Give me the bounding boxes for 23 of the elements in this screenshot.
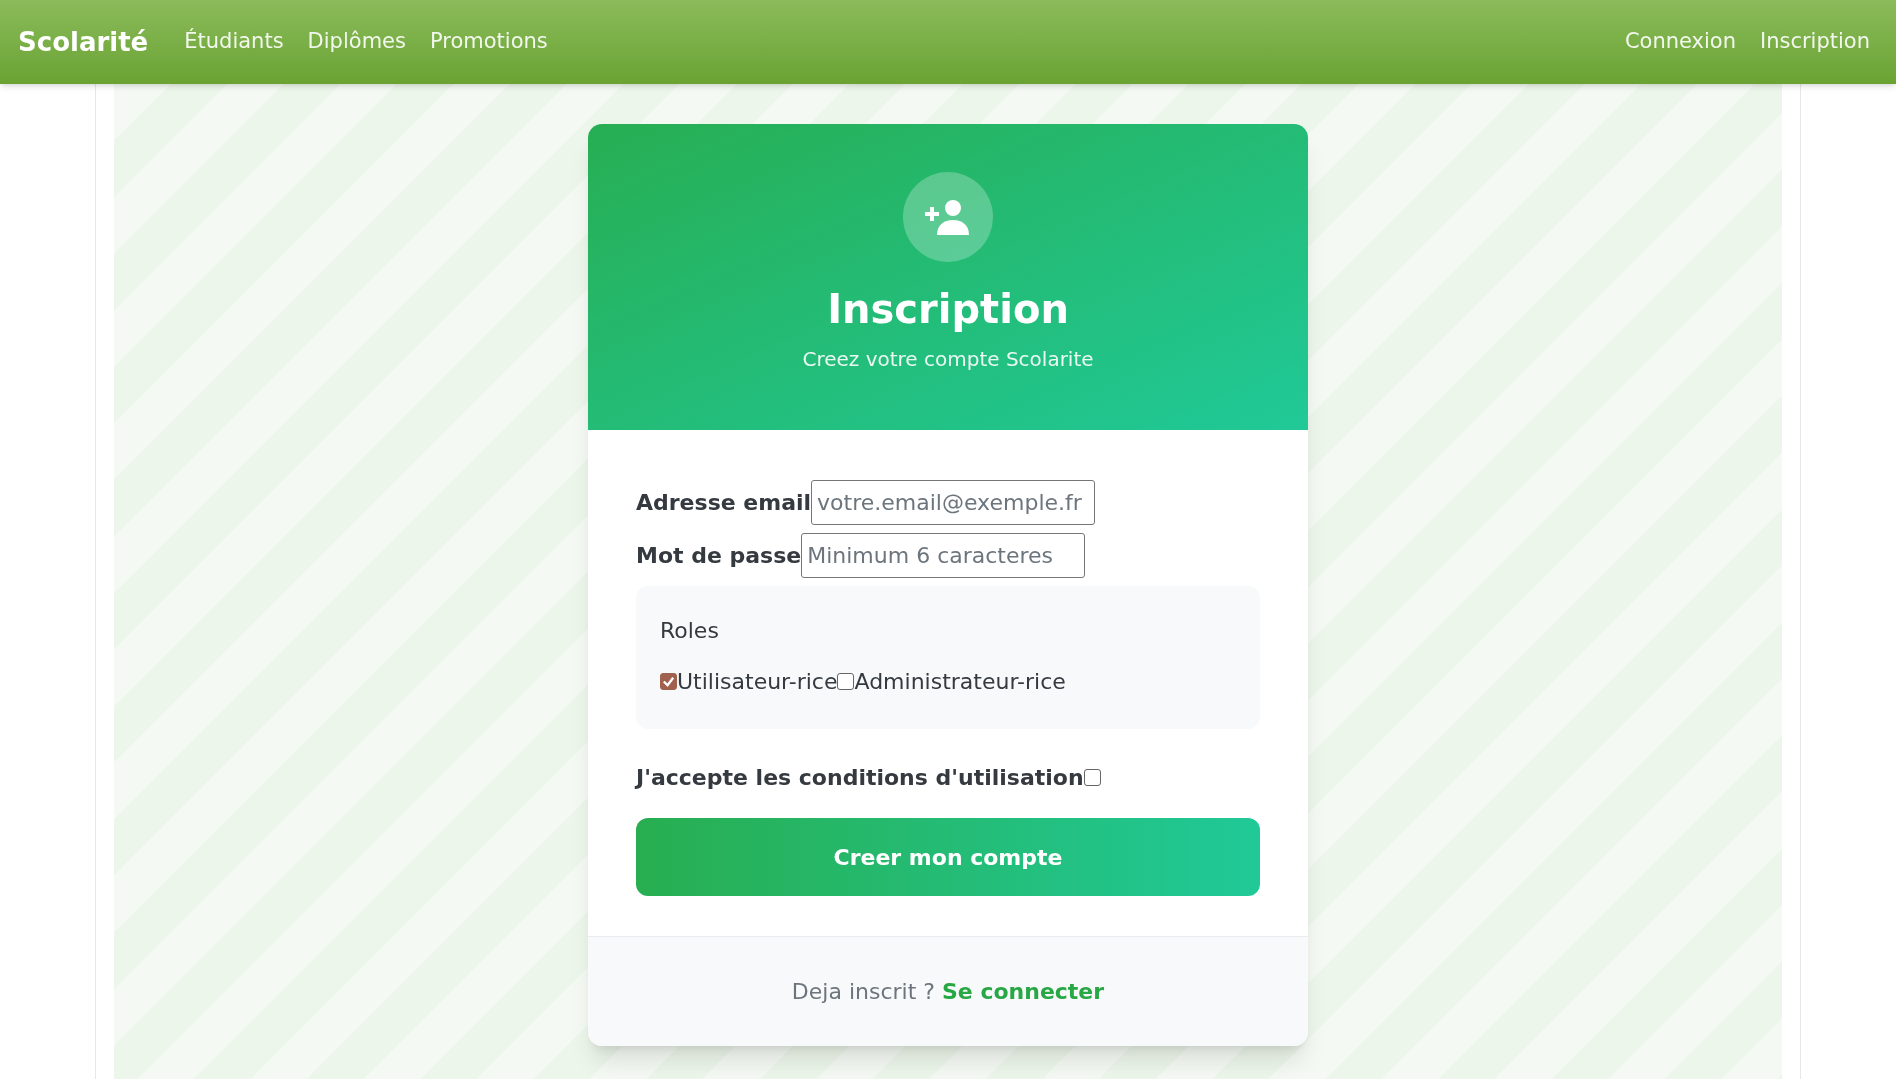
nav-link[interactable]: Connexion [1624, 26, 1736, 58]
roles-title: Roles [660, 617, 720, 645]
field-label: Adresse email [636, 489, 812, 517]
signin-link[interactable]: Se connecter [942, 979, 1105, 1004]
add-user-icon [925, 199, 971, 235]
checkbox[interactable] [837, 673, 855, 690]
input-field[interactable]: Minimum 6 caracteres [801, 533, 1086, 578]
signin-prompt: Deja inscrit ? Se connecter [791, 978, 1105, 1006]
card-title: Inscription [827, 285, 1069, 334]
create-account-button[interactable]: Creer mon compte [636, 818, 1260, 896]
role-label: Utilisateur-rice [677, 668, 838, 696]
role-label: Administrateur-rice [854, 668, 1066, 696]
input-field[interactable]: votre.email@exemple.fr [811, 480, 1096, 525]
checkbox[interactable] [1083, 769, 1101, 786]
card-subtitle: Creez votre compte Scolarite [802, 346, 1094, 373]
nav-link[interactable]: Diplômes [307, 26, 406, 58]
nav-link[interactable]: Étudiants [184, 26, 284, 58]
checkbox[interactable] [660, 673, 677, 690]
brand-link[interactable]: Scolarité [18, 22, 149, 62]
nav-link[interactable]: Promotions [429, 26, 548, 58]
field-label: Mot de passe [636, 542, 802, 570]
nav-link[interactable]: Inscription [1760, 26, 1870, 58]
terms-label: J'accepte les conditions d'utilisation [636, 764, 1084, 792]
